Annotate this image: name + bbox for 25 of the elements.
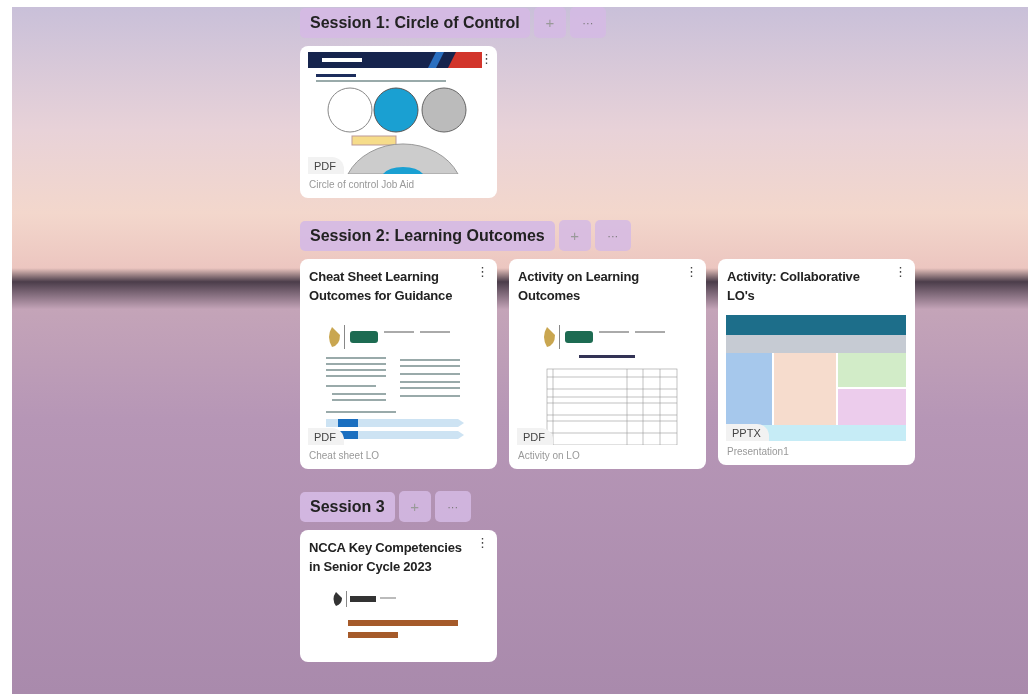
post-card[interactable]: NCCA Key Competencies in Senior Cycle 2023 ⋮ (300, 530, 497, 662)
post-menu-button[interactable]: ⋮ (476, 52, 493, 66)
file-type-label: PDF (308, 428, 344, 445)
attachment-name: Activity on LO (517, 449, 581, 463)
section-title: Session 1: Circle of Control (300, 7, 530, 38)
post-title: NCCA Key Competencies in Senior Cycle 2023 (308, 539, 463, 576)
file-type-label: PDF (308, 157, 344, 174)
post-card[interactable]: Activity on Learning Outcomes ⋮ PDF Activity on LO (509, 259, 706, 469)
attachment-name: Circle of control Job Aid (308, 178, 416, 192)
file-type-label: PDF (517, 428, 553, 445)
post-menu-button[interactable]: ⋮ (472, 265, 489, 279)
post-card[interactable]: ⋮ PDF Circle of control Job Aid (300, 46, 497, 198)
file-type-label: PPTX (726, 424, 769, 441)
post-menu-button[interactable]: ⋮ (681, 265, 698, 279)
attachment-name: Presentation1 (726, 445, 790, 459)
post-title: Cheat Sheet Learning Outcomes for Guidance (308, 268, 454, 305)
post-title: Activity on Learning Outcomes (517, 268, 640, 305)
section-title: Session 2: Learning Outcomes (300, 220, 555, 251)
attachment-name: Cheat sheet LO (308, 449, 381, 463)
post-menu-button[interactable]: ⋮ (890, 265, 907, 279)
post-card[interactable]: Activity: Collaborative LO's ⋮ PPTX Presentation1 (718, 259, 915, 465)
post-title: Activity: Collaborative LO's (726, 268, 861, 305)
section-title: Session 3 (300, 491, 395, 522)
post-menu-button[interactable]: ⋮ (472, 536, 489, 550)
post-card[interactable]: Cheat Sheet Learning Outcomes for Guidance ⋮ PDF Cheat sheet LO (300, 259, 497, 469)
